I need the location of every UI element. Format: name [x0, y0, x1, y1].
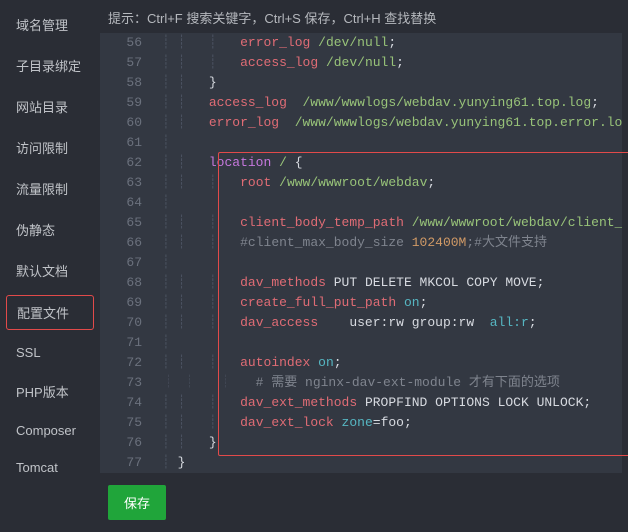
sidebar-item-2[interactable]: 网站目录: [0, 86, 100, 127]
sidebar: 域名管理子目录绑定网站目录访问限制流量限制伪静态默认文档配置文件 SSLPHP版本…: [0, 0, 100, 518]
code-body[interactable]: ┊ ┊ ┊ error_log /dev/null;┊ ┊ ┊ access_l…: [100, 33, 622, 473]
line-gutter: 5657585960616263646566676869707172737475…: [100, 33, 152, 473]
sidebar-item-5[interactable]: 伪静态: [0, 209, 100, 250]
sidebar-item-4[interactable]: 流量限制: [0, 168, 100, 209]
sidebar-item-6[interactable]: 默认文档: [0, 250, 100, 291]
code-editor[interactable]: 5657585960616263646566676869707172737475…: [100, 33, 622, 473]
sidebar-item-7[interactable]: 配置文件: [6, 295, 94, 330]
save-button[interactable]: 保存: [108, 485, 166, 520]
sidebar-item-11[interactable]: Tomcat: [0, 449, 100, 486]
sidebar-item-0[interactable]: 域名管理: [0, 4, 100, 45]
sidebar-item-1[interactable]: 子目录绑定: [0, 45, 100, 86]
main-pane: 提示：Ctrl+F 搜索关键字，Ctrl+S 保存，Ctrl+H 查找替换 56…: [100, 0, 628, 518]
sidebar-item-10[interactable]: Composer: [0, 412, 100, 449]
sidebar-item-3[interactable]: 访问限制: [0, 127, 100, 168]
sidebar-item-8[interactable]: SSL: [0, 334, 100, 371]
sidebar-item-9[interactable]: PHP版本: [0, 371, 100, 412]
hint-text: 提示：Ctrl+F 搜索关键字，Ctrl+S 保存，Ctrl+H 查找替换: [100, 0, 628, 33]
